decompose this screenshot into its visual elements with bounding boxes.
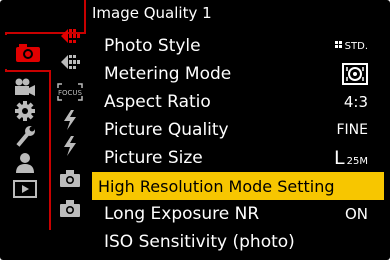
playback-icon: [13, 180, 37, 198]
tab-my-menu[interactable]: [7, 150, 43, 176]
tab-video[interactable]: [7, 74, 43, 100]
menu-item-label: Metering Mode: [104, 64, 232, 84]
menu-item-aspect-ratio[interactable]: Aspect Ratio 4:3: [92, 88, 384, 116]
camera-2-icon: [60, 200, 80, 217]
menu-item-value: 4:3: [343, 93, 368, 111]
menu-item-iso-sensitivity-photo[interactable]: ISO Sensitivity (photo): [92, 228, 384, 256]
menu-item-label: Photo Style: [104, 36, 201, 56]
menu-item-picture-size[interactable]: Picture Size L 25M: [92, 144, 384, 172]
menu-item-label: ISO Sensitivity (photo): [104, 232, 295, 252]
main-tab-column: [0, 0, 52, 260]
tab-setup[interactable]: [7, 124, 43, 150]
focus-icon-label: FOCUS: [58, 89, 83, 97]
menu-item-label: Long Exposure NR: [104, 204, 260, 224]
menu-item-value: FINE: [336, 122, 369, 138]
menu-item-high-resolution-mode-setting[interactable]: High Resolution Mode Setting: [92, 172, 384, 200]
menu-item-value: ON: [344, 205, 368, 223]
tab-photo[interactable]: [5, 35, 51, 69]
menu-item-label: High Resolution Mode Setting: [98, 176, 335, 196]
gear-icon: [15, 101, 35, 121]
image-quality-1-icon: [61, 29, 80, 43]
tab-image-quality-2[interactable]: [56, 50, 84, 74]
menu-item-value: [342, 63, 368, 85]
tab-flash-1[interactable]: [56, 108, 84, 132]
tab-custom[interactable]: [7, 98, 43, 124]
menu-item-label: Aspect Ratio: [104, 92, 211, 112]
multiple-metering-icon: [342, 63, 368, 85]
frame-line: [84, 0, 86, 34]
menu-item-picture-quality[interactable]: Picture Quality FINE: [92, 116, 384, 144]
tab-flash-2[interactable]: [56, 134, 84, 158]
flash-2-icon: [64, 136, 76, 156]
tab-focus[interactable]: FOCUS: [56, 80, 84, 104]
photo-style-std-icon: [334, 41, 342, 48]
user-icon: [16, 153, 34, 173]
camera-1-icon: [60, 170, 80, 187]
tab-camera-2[interactable]: [56, 196, 84, 220]
flash-1-icon: [64, 110, 76, 130]
camera-photo-icon: [16, 44, 40, 62]
tab-camera-1[interactable]: [56, 166, 84, 190]
tab-playback[interactable]: [7, 176, 43, 202]
menu-item-label: Picture Size: [104, 148, 203, 168]
focus-icon: FOCUS: [57, 83, 83, 101]
menu-screen: FOCUS Image Quality 1 Photo Style STD. M…: [0, 0, 390, 260]
menu-item-label: Picture Quality: [104, 120, 229, 140]
menu-item-value: STD.: [334, 40, 368, 52]
video-camera-icon: [15, 78, 35, 96]
image-quality-2-icon: [61, 55, 80, 69]
menu-item-value: L 25M: [334, 147, 368, 169]
menu-item-metering-mode[interactable]: Metering Mode: [92, 60, 384, 88]
wrench-icon: [16, 126, 35, 147]
tab-image-quality-1[interactable]: [56, 24, 84, 48]
menu-item-long-exposure-nr[interactable]: Long Exposure NR ON: [92, 200, 384, 228]
menu-title: Image Quality 1: [92, 4, 212, 22]
menu-item-photo-style[interactable]: Photo Style STD.: [92, 32, 384, 60]
